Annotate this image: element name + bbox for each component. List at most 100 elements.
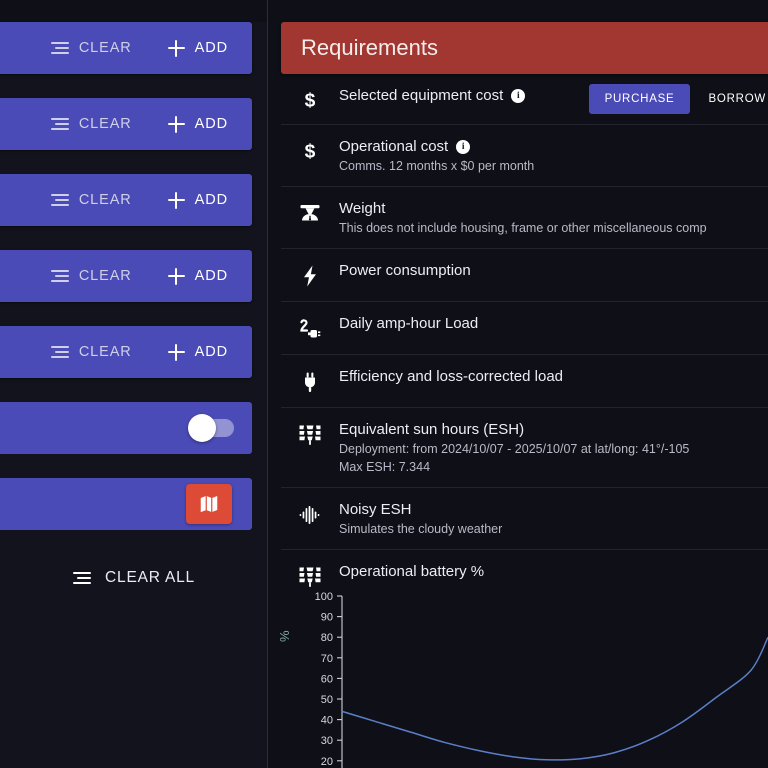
add-button[interactable]: ADD <box>160 264 236 289</box>
requirement-row-power-consumption[interactable]: Power consumption <box>281 249 768 302</box>
clear-all-button[interactable]: CLEAR ALL <box>0 558 268 598</box>
requirement-row-efficiency-loss-corrected-load[interactable]: Efficiency and loss-corrected load <box>281 355 768 408</box>
clear-lines-icon <box>50 193 69 207</box>
dollar-sign-icon: $ <box>281 138 339 162</box>
requirement-row-daily-amp-hour-load[interactable]: Daily amp-hour Load <box>281 302 768 355</box>
y-tick-label: 50 <box>321 694 333 706</box>
requirement-title: Power consumption <box>339 262 471 279</box>
requirement-row-operational-cost[interactable]: $ Operational cost i Comms. 12 months x … <box>281 125 768 187</box>
clear-button-label: CLEAR <box>78 268 132 284</box>
plus-icon <box>167 343 185 361</box>
left-control-panel: CLEAR ADD CLEAR ADD CLEAR ADD CLEAR ADD … <box>0 0 268 768</box>
requirement-subtitle: This does not include housing, frame or … <box>339 221 707 235</box>
lightning-bolt-icon <box>281 262 339 288</box>
requirement-title: Operational battery % <box>339 563 485 580</box>
equipment-action-row[interactable]: CLEAR ADD <box>0 326 252 378</box>
requirement-row-noisy-esh[interactable]: Noisy ESH Simulates the cloudy weather <box>281 488 768 550</box>
requirement-title: Noisy ESH <box>339 501 412 518</box>
toggle-knob[interactable] <box>188 414 216 442</box>
requirement-subtitle: Comms. 12 months x $0 per month <box>339 159 535 173</box>
page-title: Requirements <box>301 35 438 60</box>
panel-divider <box>267 0 268 768</box>
requirement-row-selected-equipment-cost[interactable]: $ Selected equipment cost i PURCHASE BOR… <box>281 74 768 125</box>
requirements-header: Requirements <box>281 22 768 74</box>
chart-svg: 100 90 80 70 60 50 40 30 20% <box>277 591 768 768</box>
requirement-title: Selected equipment cost <box>339 87 504 104</box>
borrow-button[interactable]: BORROW <box>704 84 768 114</box>
clear-all-label: CLEAR ALL <box>105 569 195 586</box>
purchase-button[interactable]: PURCHASE <box>588 84 691 114</box>
add-button[interactable]: ADD <box>160 36 236 61</box>
add-button-label: ADD <box>194 40 228 56</box>
add-button[interactable]: ADD <box>160 340 236 365</box>
info-icon[interactable]: i <box>456 139 471 154</box>
requirement-title: Daily amp-hour Load <box>339 315 479 332</box>
solar-panel-icon <box>281 421 339 447</box>
y-tick-label: 70 <box>321 653 333 665</box>
y-axis-title: % <box>277 630 292 642</box>
requirement-title-wrap: Daily amp-hour Load <box>339 315 768 332</box>
toggle-switch-icon[interactable] <box>188 414 234 442</box>
requirement-title: Operational cost <box>339 138 449 155</box>
clear-lines-icon <box>50 41 69 55</box>
location-map-row[interactable] <box>0 478 252 530</box>
requirement-title-wrap: Noisy ESH <box>339 501 768 518</box>
operational-battery-chart: 100 90 80 70 60 50 40 30 20% <box>269 580 768 768</box>
requirement-body: Power consumption <box>339 262 768 279</box>
equipment-action-row[interactable]: CLEAR ADD <box>0 250 252 302</box>
requirements-list: $ Selected equipment cost i PURCHASE BOR… <box>281 74 768 602</box>
clear-button[interactable]: CLEAR <box>43 264 140 288</box>
clear-button-label: CLEAR <box>78 116 132 132</box>
add-button[interactable]: ADD <box>160 112 236 137</box>
requirement-title-wrap: Weight <box>339 200 768 217</box>
equipment-action-row[interactable]: CLEAR ADD <box>0 22 252 74</box>
chart-line-series <box>341 636 768 761</box>
requirement-body: Efficiency and loss-corrected load <box>339 368 768 385</box>
requirement-title-wrap: Efficiency and loss-corrected load <box>339 368 768 385</box>
info-icon[interactable]: i <box>511 88 526 103</box>
add-button-label: ADD <box>194 344 228 360</box>
add-button[interactable]: ADD <box>160 188 236 213</box>
y-tick-label: 100 <box>315 591 333 603</box>
clear-button-label: CLEAR <box>78 40 132 56</box>
y-tick-label: 30 <box>321 735 333 747</box>
open-map-button[interactable] <box>186 484 232 524</box>
clear-button[interactable]: CLEAR <box>43 112 140 136</box>
y-tick-label: 80 <box>321 632 333 644</box>
noisy-esh-toggle-row[interactable] <box>0 402 252 454</box>
solar-sizing-app: CLEAR ADD CLEAR ADD CLEAR ADD CLEAR ADD … <box>0 0 768 768</box>
requirement-row-equivalent-sun-hours[interactable]: Equivalent sun hours (ESH) Deployment: f… <box>281 408 768 488</box>
y-tick-label: 20 <box>321 756 333 768</box>
requirement-title: Efficiency and loss-corrected load <box>339 368 564 385</box>
requirement-title: Weight <box>339 200 386 217</box>
y-tick-label: 60 <box>321 673 333 685</box>
dollar-sign-icon: $ <box>281 87 339 111</box>
clear-button[interactable]: CLEAR <box>43 36 140 60</box>
y-tick-label: 40 <box>321 715 333 727</box>
requirement-subtitle: Deployment: from 2024/10/07 - 2025/10/07… <box>339 442 690 456</box>
add-button-label: ADD <box>194 268 228 284</box>
add-button-label: ADD <box>194 192 228 208</box>
clear-lines-icon <box>73 571 92 585</box>
requirement-title-wrap: Power consumption <box>339 262 768 279</box>
plus-icon <box>167 115 185 133</box>
equipment-action-row[interactable]: CLEAR ADD <box>0 98 252 150</box>
requirement-actions: PURCHASE BORROW <box>588 84 768 114</box>
requirement-row-weight[interactable]: Weight This does not include housing, fr… <box>281 187 768 249</box>
map-icon <box>200 495 218 513</box>
svg-text:$: $ <box>305 90 316 111</box>
requirement-body: Weight This does not include housing, fr… <box>339 200 768 235</box>
requirement-title: Equivalent sun hours (ESH) <box>339 421 525 438</box>
power-plug-cable-icon <box>281 315 339 341</box>
requirement-body: Operational cost i Comms. 12 months x $0… <box>339 138 768 173</box>
requirement-title-wrap: Operational battery % <box>339 563 768 580</box>
clear-button-label: CLEAR <box>78 344 132 360</box>
clear-button[interactable]: CLEAR <box>43 340 140 364</box>
left-panel-top-spacer <box>0 0 268 22</box>
add-button-label: ADD <box>194 116 228 132</box>
requirement-body: Daily amp-hour Load <box>339 315 768 332</box>
requirement-title-wrap: Operational cost i <box>339 138 768 155</box>
equipment-action-row[interactable]: CLEAR ADD <box>0 174 252 226</box>
clear-button[interactable]: CLEAR <box>43 188 140 212</box>
requirement-body: Equivalent sun hours (ESH) Deployment: f… <box>339 421 768 474</box>
